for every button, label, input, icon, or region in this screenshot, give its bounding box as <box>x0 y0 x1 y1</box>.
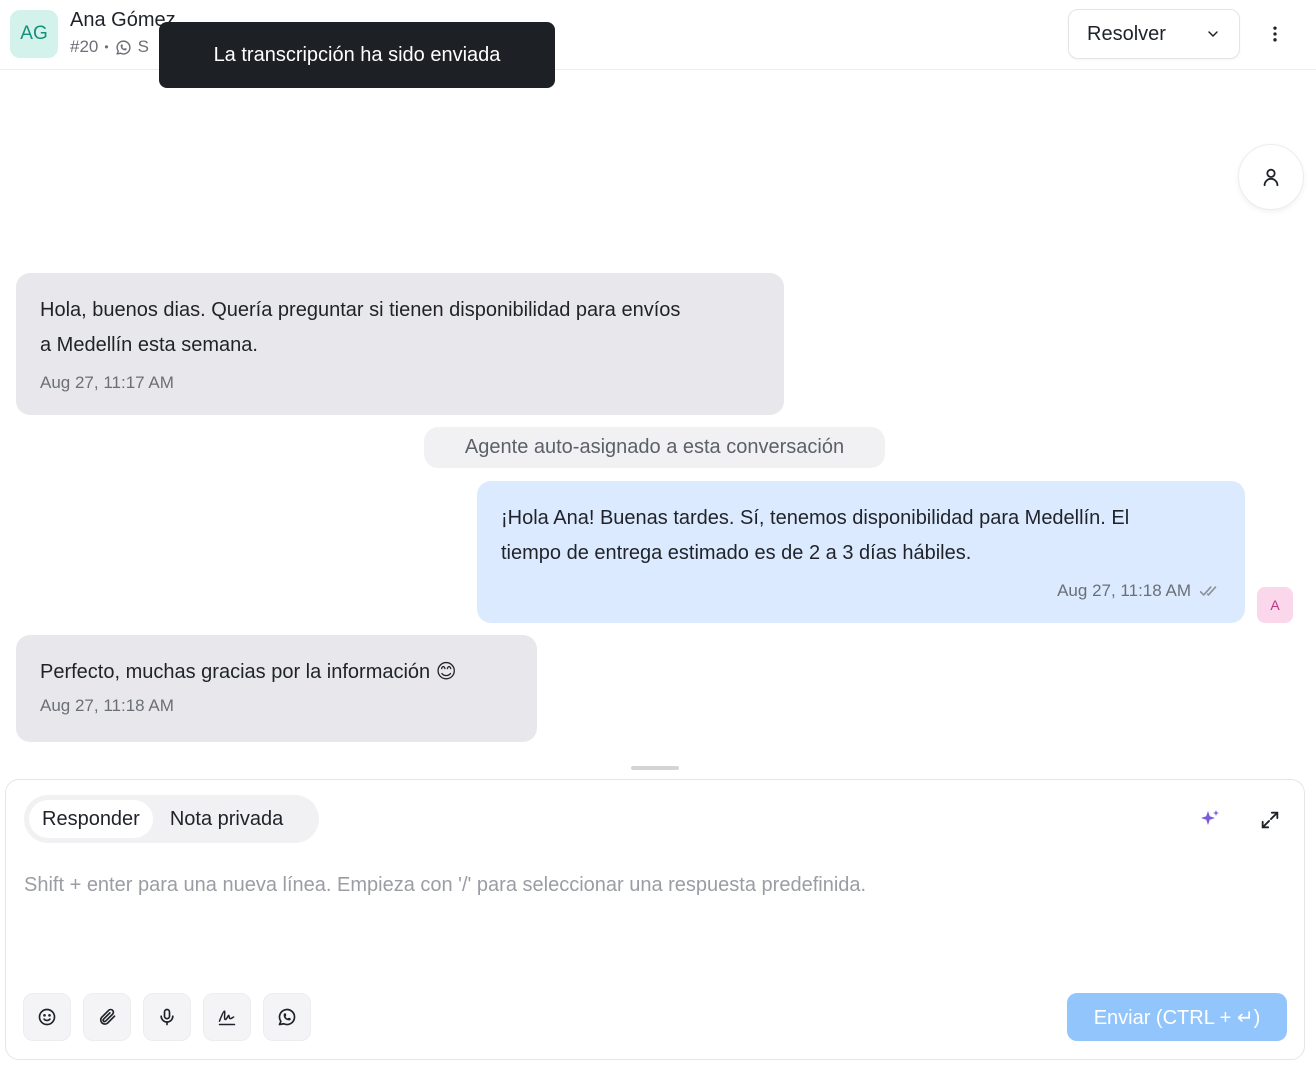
meta-separator-dot: • <box>104 40 109 54</box>
whatsapp-icon <box>277 1007 297 1027</box>
message-bubble-outgoing[interactable]: ¡Hola Ana! Buenas tardes. Sí, tenemos di… <box>477 481 1245 623</box>
contact-panel-toggle[interactable] <box>1238 144 1304 210</box>
chevron-down-icon <box>1205 26 1221 42</box>
attach-file-button[interactable] <box>83 993 131 1041</box>
agent-avatar[interactable]: A <box>1257 587 1293 623</box>
expand-composer-button[interactable] <box>1254 804 1286 836</box>
more-options-button[interactable] <box>1258 17 1292 51</box>
message-input[interactable] <box>24 874 1284 974</box>
resolve-button-label: Resolver <box>1087 22 1166 45</box>
composer-mode-tabs: Responder Nota privada <box>24 795 319 843</box>
activity-message: Agente auto-asignado a esta conversación <box>424 427 885 468</box>
ai-assist-button[interactable] <box>1194 804 1226 836</box>
message-timestamp: Aug 27, 11:17 AM <box>40 373 174 392</box>
message-meta: Aug 27, 11:18 AM <box>501 581 1221 601</box>
expand-icon <box>1259 809 1281 831</box>
tab-reply[interactable]: Responder <box>29 800 153 838</box>
signature-icon <box>216 1007 238 1027</box>
message-bubble-incoming[interactable]: Perfecto, muchas gracias por la informac… <box>16 635 537 742</box>
contact-avatar[interactable]: AG <box>10 10 58 58</box>
more-vertical-icon <box>1265 24 1285 44</box>
sparkles-icon <box>1198 808 1222 832</box>
toast-notification: La transcripción ha sido enviada <box>159 22 555 88</box>
message-timestamp: Aug 27, 11:18 AM <box>40 696 174 715</box>
emoji-button[interactable] <box>23 993 71 1041</box>
message-text: Hola, buenos dias. Quería preguntar si t… <box>40 299 681 356</box>
record-audio-button[interactable] <box>143 993 191 1041</box>
composer-resize-handle[interactable] <box>631 766 679 770</box>
tab-private-note[interactable]: Nota privada <box>157 800 296 838</box>
microphone-icon <box>157 1007 177 1027</box>
paperclip-icon <box>97 1007 117 1027</box>
signature-button[interactable] <box>203 993 251 1041</box>
send-button[interactable]: Enviar (CTRL + ↵) <box>1067 993 1287 1041</box>
double-check-icon <box>1199 583 1221 599</box>
message-timestamp: Aug 27, 11:18 AM <box>1057 581 1191 600</box>
user-icon <box>1260 166 1282 188</box>
message-text: Perfecto, muchas gracias por la informac… <box>40 661 457 683</box>
contact-meta: #20 • S <box>70 37 149 57</box>
whatsapp-icon <box>115 39 132 56</box>
reply-composer: Responder Nota privada Shift + enter par… <box>5 779 1305 1060</box>
emoji-icon <box>37 1007 57 1027</box>
message-bubble-incoming[interactable]: Hola, buenos dias. Quería preguntar si t… <box>16 273 784 415</box>
conversation-id: #20 <box>70 37 99 56</box>
resolve-button[interactable]: Resolver <box>1068 9 1240 59</box>
message-text: ¡Hola Ana! Buenas tardes. Sí, tenemos di… <box>501 507 1130 564</box>
channel-name: S <box>137 37 149 56</box>
whatsapp-template-button[interactable] <box>263 993 311 1041</box>
